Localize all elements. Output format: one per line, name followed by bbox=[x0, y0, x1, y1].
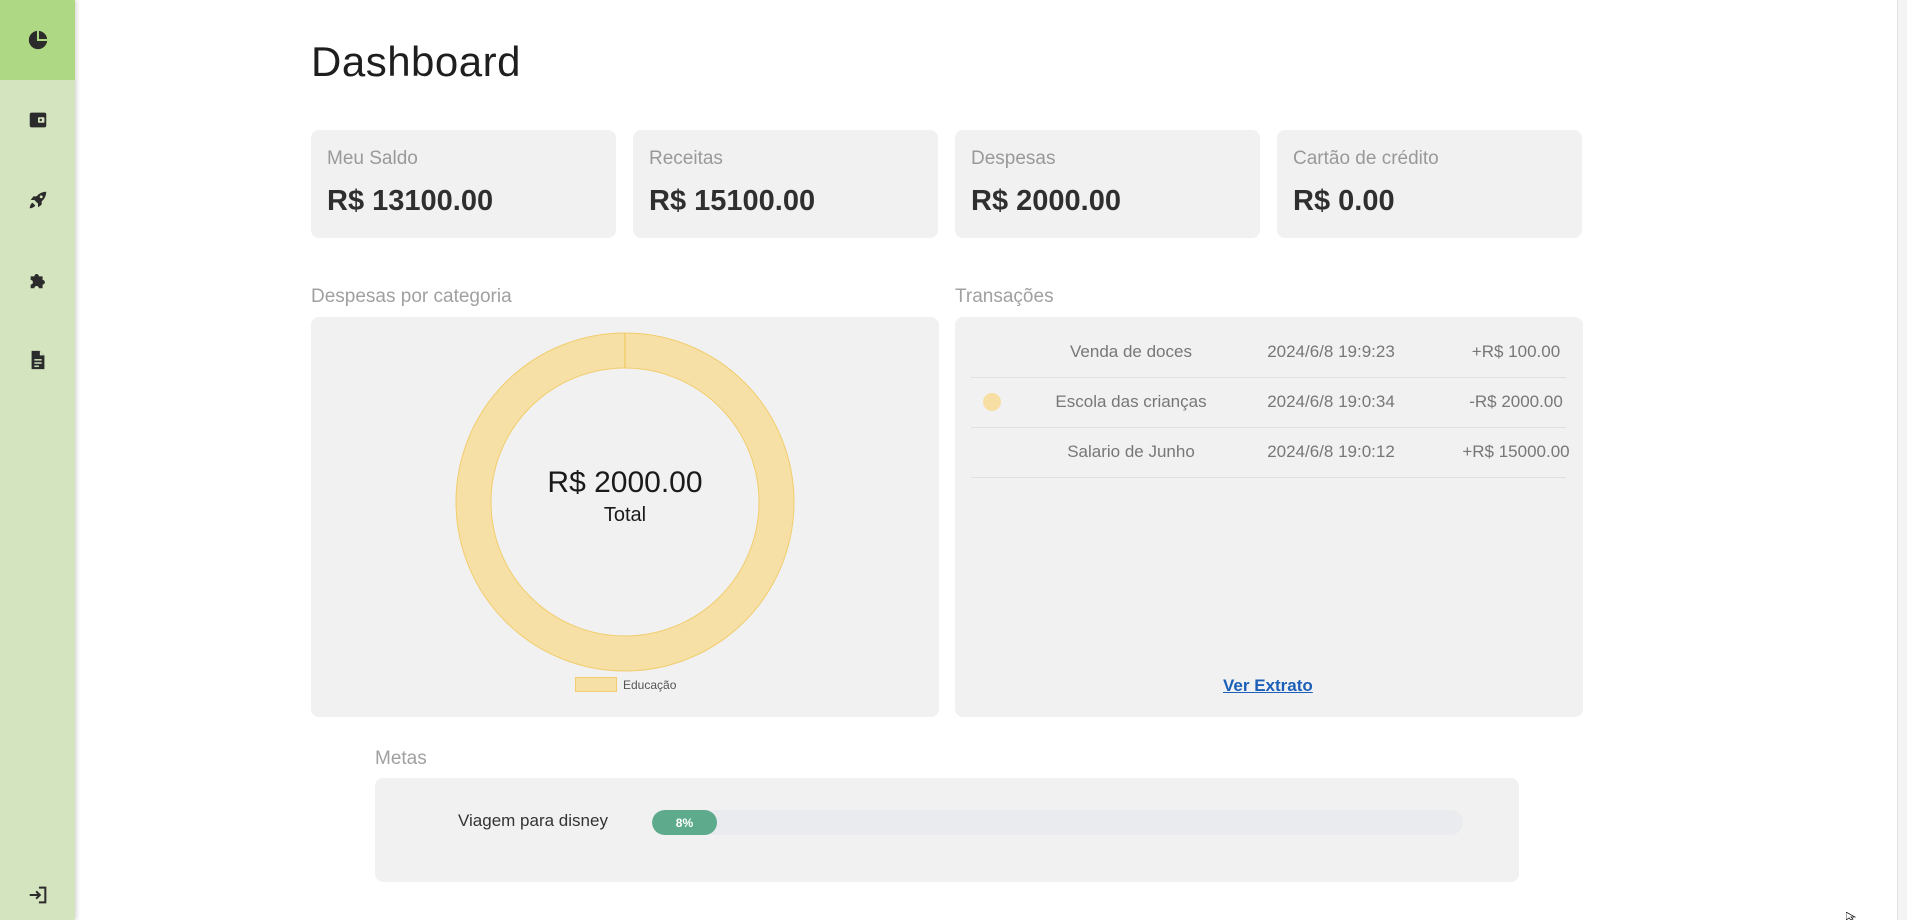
transaction-row[interactable]: Escola das crianças 2024/6/8 19:0:34 -R$… bbox=[971, 377, 1566, 428]
transaction-date: 2024/6/8 19:0:12 bbox=[1267, 442, 1395, 461]
expenses-card: Despesas R$ 2000.00 bbox=[955, 130, 1260, 238]
transaction-description: Venda de doces bbox=[1070, 342, 1192, 361]
goal-progress-label: 8% bbox=[675, 815, 694, 830]
goal-progress-bar: 8% bbox=[652, 810, 1463, 835]
expenses-chart-panel: R$ 2000.00 Total Educação bbox=[311, 317, 939, 717]
donut-total-value: R$ 2000.00 bbox=[547, 466, 703, 499]
donut-inner-edge bbox=[490, 367, 760, 637]
card-value: R$ 13100.00 bbox=[327, 185, 494, 217]
transaction-description: Salario de Junho bbox=[1067, 442, 1195, 461]
card-value: R$ 2000.00 bbox=[971, 185, 1121, 217]
page-title: Dashboard bbox=[311, 38, 521, 85]
balance-card: Meu Saldo R$ 13100.00 bbox=[311, 130, 616, 238]
category-dot-icon bbox=[983, 393, 1001, 411]
income-card: Receitas R$ 15100.00 bbox=[633, 130, 938, 238]
donut-total-label: Total bbox=[603, 504, 647, 526]
goal-progress-fill: 8% bbox=[652, 810, 717, 835]
pie-chart-icon bbox=[28, 30, 47, 50]
transaction-amount: +R$ 15000.00 bbox=[1462, 442, 1570, 461]
donut-slice-educa-o[interactable] bbox=[456, 333, 794, 671]
transaction-date: 2024/6/8 19:9:23 bbox=[1267, 342, 1395, 361]
logout-icon bbox=[29, 886, 46, 904]
credit-card-card: Cartão de crédito R$ 0.00 bbox=[1277, 130, 1582, 238]
card-label: Despesas bbox=[971, 148, 1056, 169]
sidebar-item-dashboard[interactable] bbox=[0, 0, 75, 80]
sidebar-item-reports[interactable] bbox=[0, 320, 75, 400]
transaction-description: Escola das crianças bbox=[1055, 392, 1207, 411]
wallet-icon bbox=[29, 112, 46, 128]
card-label: Meu Saldo bbox=[327, 148, 418, 169]
chart-legend: Educação bbox=[575, 677, 676, 692]
legend-label: Educação bbox=[623, 677, 677, 692]
expenses-by-category-title: Despesas por categoria bbox=[311, 286, 512, 307]
puzzle-icon bbox=[30, 274, 45, 289]
card-value: R$ 15100.00 bbox=[649, 185, 816, 217]
sidebar-item-goals[interactable] bbox=[0, 160, 75, 240]
legend-swatch bbox=[575, 677, 617, 692]
transaction-row[interactable]: Venda de doces 2024/6/8 19:9:23 +R$ 100.… bbox=[971, 327, 1566, 378]
transaction-amount: -R$ 2000.00 bbox=[1469, 392, 1563, 411]
card-value: R$ 0.00 bbox=[1293, 185, 1395, 217]
rocket-icon bbox=[29, 191, 46, 209]
transaction-amount: +R$ 100.00 bbox=[1471, 342, 1561, 361]
mouse-cursor-icon bbox=[1846, 912, 1856, 920]
logout-button[interactable] bbox=[0, 870, 75, 920]
transactions-title: Transações bbox=[955, 286, 1054, 307]
card-label: Cartão de crédito bbox=[1293, 148, 1439, 169]
sidebar bbox=[0, 0, 75, 920]
goal-name: Viagem para disney bbox=[458, 811, 608, 830]
card-label: Receitas bbox=[649, 148, 723, 169]
sidebar-item-wallet[interactable] bbox=[0, 80, 75, 160]
view-statement-link[interactable]: Ver Extrato bbox=[1223, 676, 1313, 696]
transaction-date: 2024/6/8 19:0:34 bbox=[1267, 392, 1395, 411]
goals-title: Metas bbox=[375, 748, 427, 769]
sidebar-item-integrations[interactable] bbox=[0, 240, 75, 320]
scrollbar[interactable] bbox=[1897, 0, 1907, 920]
document-icon bbox=[31, 350, 44, 370]
transaction-row[interactable]: Salario de Junho 2024/6/8 19:0:12 +R$ 15… bbox=[971, 427, 1570, 478]
